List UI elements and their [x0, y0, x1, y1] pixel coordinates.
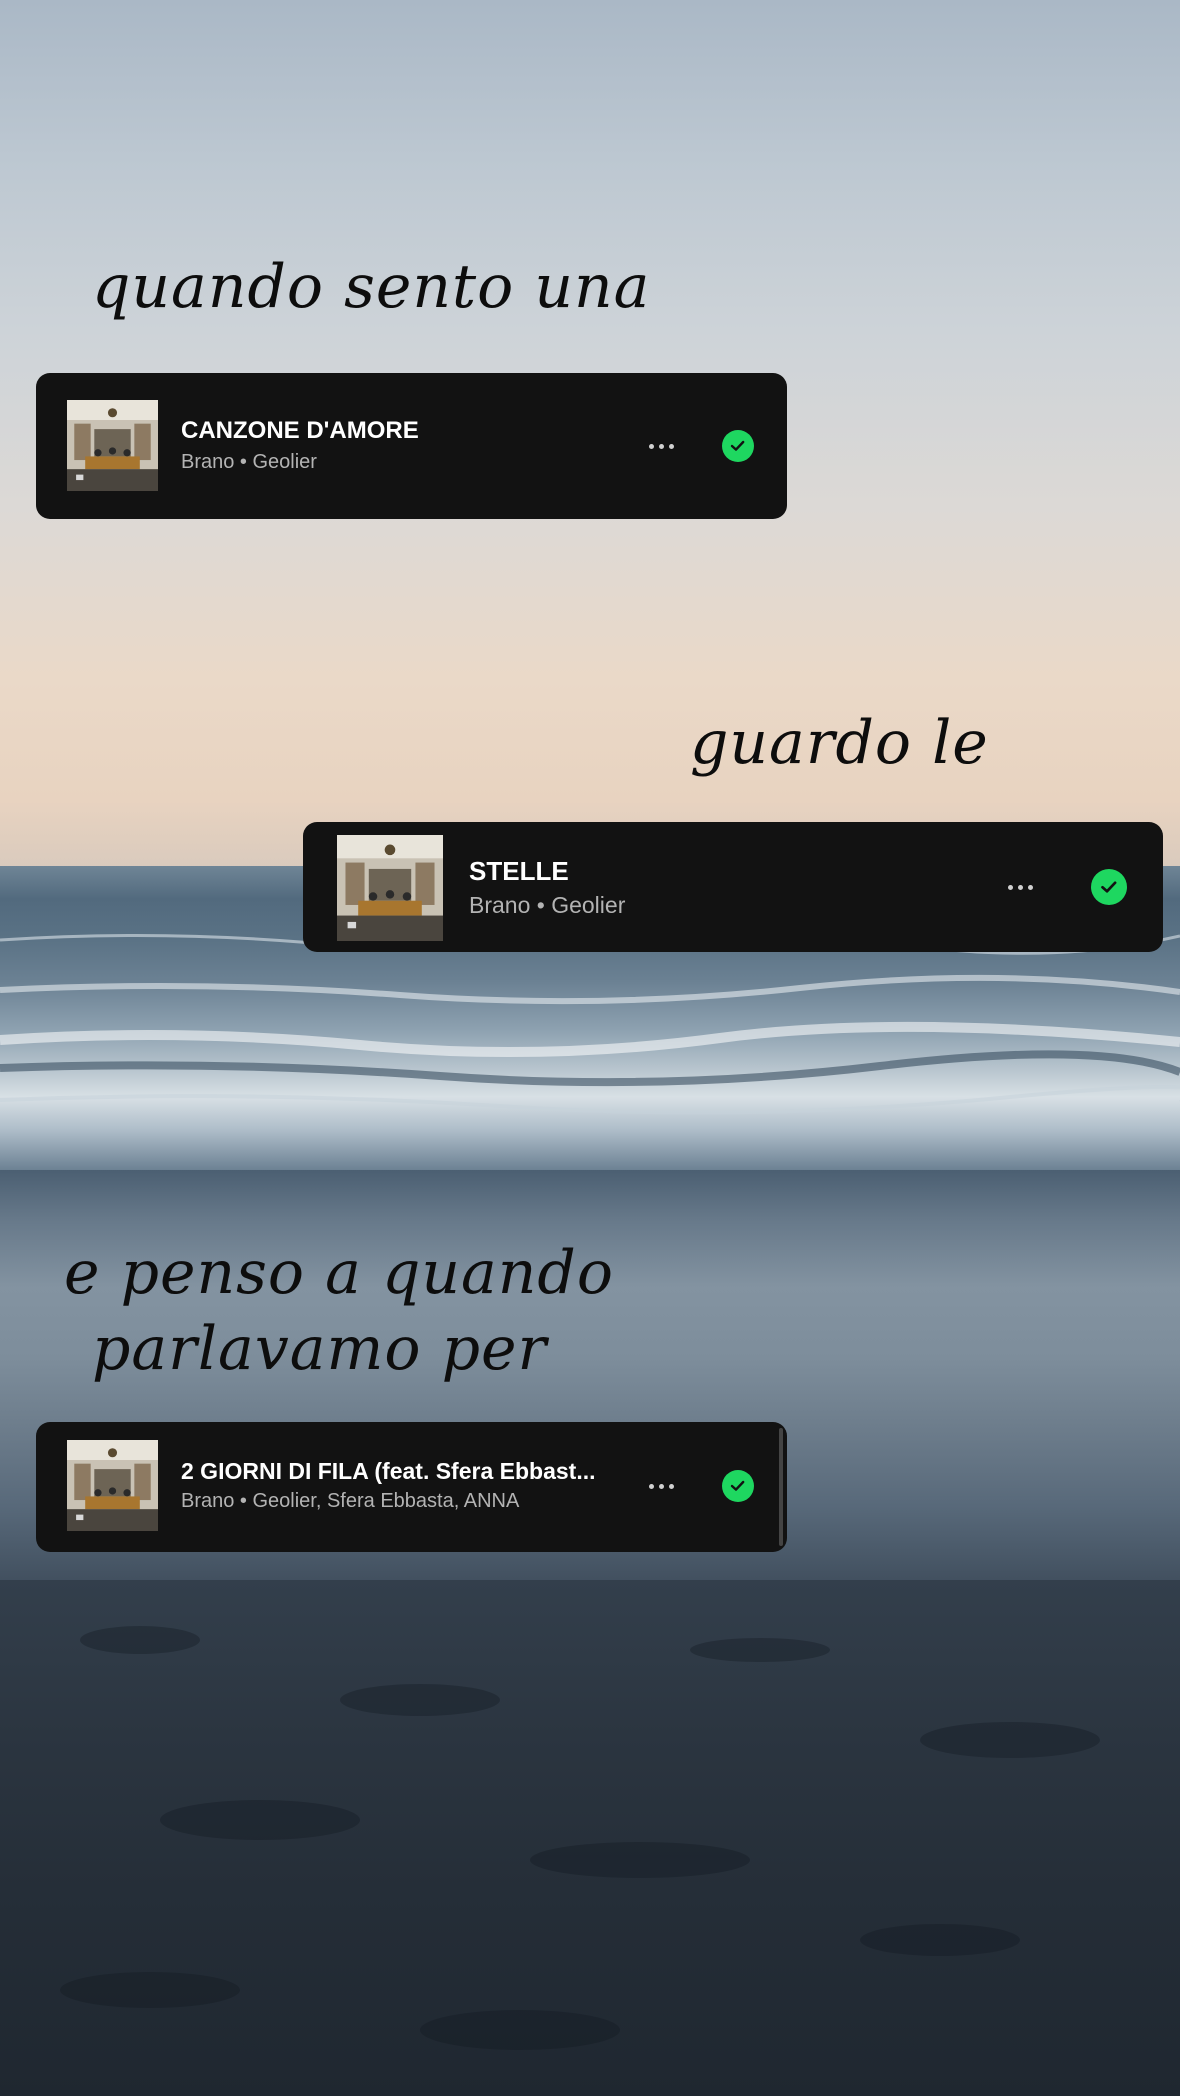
album-cover: [337, 835, 443, 941]
album-cover: [67, 1440, 158, 1531]
more-horizontal-icon[interactable]: [643, 1476, 679, 1496]
check-circle-icon[interactable]: [722, 430, 754, 462]
track-card-stelle[interactable]: STELLE Brano • Geolier: [303, 822, 1163, 952]
more-horizontal-icon[interactable]: [1002, 877, 1038, 897]
track-title: CANZONE D'AMORE: [181, 417, 419, 444]
caption-line-3: e penso a quando: [64, 1238, 614, 1308]
track-subtitle: Brano • Geolier: [469, 892, 626, 918]
track-subtitle: Brano • Geolier: [181, 451, 317, 473]
sand-texture: [60, 1626, 1100, 2050]
track-subtitle: Brano • Geolier, Sfera Ebbasta, ANNA: [181, 1490, 520, 1512]
caption-line-1: quando sento una: [92, 252, 651, 322]
more-horizontal-icon[interactable]: [643, 436, 679, 456]
caption-line-2: guardo le: [690, 708, 989, 778]
album-cover: [67, 400, 158, 491]
caption-line-4: parlavamo per: [92, 1314, 548, 1384]
check-circle-icon[interactable]: [1091, 869, 1127, 905]
track-title: STELLE: [469, 856, 569, 886]
track-card-2-giorni-di-fila[interactable]: 2 GIORNI DI FILA (feat. Sfera Ebbast... …: [36, 1422, 787, 1552]
track-card-canzone-damore[interactable]: CANZONE D'AMORE Brano • Geolier: [36, 373, 787, 519]
track-title: 2 GIORNI DI FILA (feat. Sfera Ebbast...: [181, 1458, 596, 1484]
check-circle-icon[interactable]: [722, 1470, 754, 1502]
